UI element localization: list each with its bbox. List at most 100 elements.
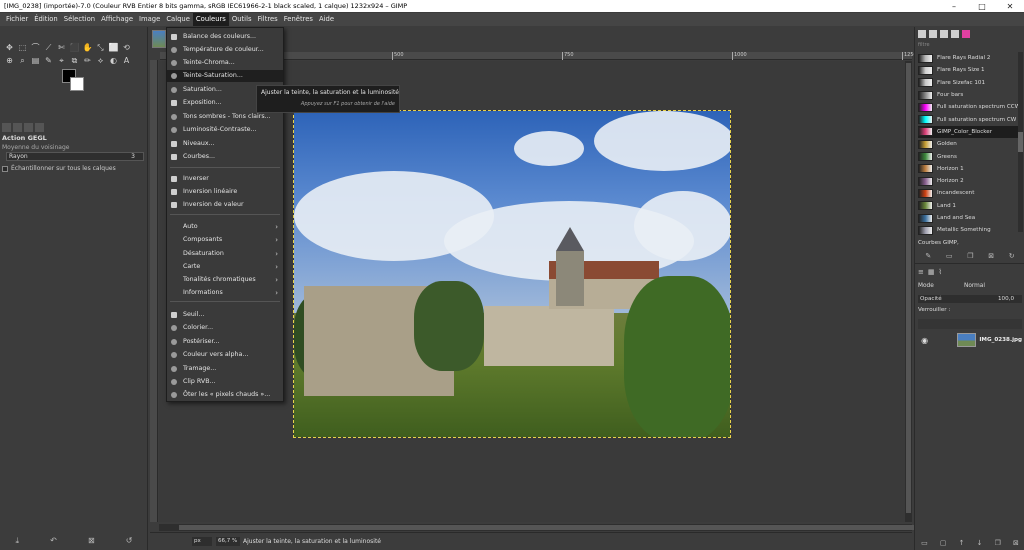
colors-menu-item[interactable]: Teinte-Chroma...: [167, 57, 283, 69]
lower-layer-icon[interactable]: ↓: [977, 539, 983, 547]
delete-gradient-icon[interactable]: ⊠: [988, 252, 994, 260]
tool-icon[interactable]: ⬛: [68, 41, 81, 54]
fonts-tab-icon[interactable]: [940, 30, 948, 38]
visibility-eye-icon[interactable]: ◉: [918, 336, 931, 345]
colors-menu-item[interactable]: Couleur vers alpha...: [167, 349, 283, 361]
colors-menu-item[interactable]: Colorier...: [167, 322, 283, 334]
layers-tab-icon[interactable]: ≡: [918, 268, 924, 276]
colors-menu-item[interactable]: Auto ›: [167, 221, 283, 233]
menu-fichier[interactable]: Fichier: [3, 13, 31, 26]
tool-icon[interactable]: ✋: [81, 41, 94, 54]
colors-menu-item[interactable]: Informations ›: [167, 287, 283, 299]
vertical-ruler[interactable]: [150, 60, 158, 522]
menu-fenetres[interactable]: Fenêtres: [281, 13, 316, 26]
tool-icon[interactable]: ⟋: [42, 41, 55, 54]
colors-menu-item[interactable]: Inversion de valeur: [167, 199, 283, 211]
colors-menu-item[interactable]: Composants ›: [167, 234, 283, 246]
tool-icon[interactable]: ⊕: [3, 54, 16, 67]
channels-tab-icon[interactable]: ▦: [928, 268, 935, 276]
horizontal-scrollbar[interactable]: [159, 524, 914, 531]
colors-menu-item[interactable]: Balance des couleurs...: [167, 31, 283, 43]
save-options-icon[interactable]: ⤓: [16, 536, 20, 546]
patterns-tab-icon[interactable]: [929, 30, 937, 38]
gradient-filter[interactable]: filtre: [918, 42, 930, 48]
gradient-item[interactable]: Flare Sizefac 101: [918, 77, 1018, 89]
fg-bg-colors[interactable]: [62, 69, 86, 93]
brushes-tab-icon[interactable]: [918, 30, 926, 38]
raise-layer-icon[interactable]: ↑: [959, 539, 965, 547]
unit-select[interactable]: px: [192, 537, 212, 546]
restore-options-icon[interactable]: ↶: [50, 536, 57, 546]
menu-aide[interactable]: Aide: [316, 13, 337, 26]
layer-row[interactable]: ◉ IMG_0238.jpg: [918, 331, 1022, 349]
zoom-select[interactable]: 66,7 %: [216, 537, 240, 546]
colors-menu-item[interactable]: Ôter les « pixels chauds »...: [167, 389, 283, 401]
new-gradient-icon[interactable]: ▭: [946, 252, 953, 260]
colors-menu-item[interactable]: Courbes...: [167, 151, 283, 163]
tool-icon[interactable]: ⌖: [55, 54, 68, 67]
menu-outils[interactable]: Outils: [229, 13, 255, 26]
vertical-scrollbar[interactable]: [905, 61, 912, 522]
menu-calque[interactable]: Calque: [163, 13, 193, 26]
maximize-button[interactable]: □: [968, 2, 996, 11]
tool-icon[interactable]: ▤: [29, 54, 42, 67]
sample-merged-checkbox[interactable]: Échantillonner sur tous les calques: [2, 165, 116, 172]
gradients-tab-icon[interactable]: [962, 30, 970, 38]
edit-gradient-icon[interactable]: ✎: [925, 252, 931, 260]
layer-mode[interactable]: Mode Normal: [918, 283, 1022, 289]
gradient-item[interactable]: Greens: [918, 150, 1018, 162]
colors-menu-item[interactable]: Tonalités chromatiques ›: [167, 274, 283, 286]
colors-menu-item[interactable]: Désaturation ›: [167, 248, 283, 260]
tool-icon[interactable]: ⌒: [29, 41, 42, 54]
tool-icon[interactable]: ✎: [42, 54, 55, 67]
gradient-item[interactable]: Golden: [918, 138, 1018, 150]
new-layer-icon[interactable]: ▭: [921, 539, 928, 547]
gradient-item[interactable]: GIMP_Color_Blocker: [918, 125, 1018, 139]
colors-menu-item[interactable]: Niveaux...: [167, 138, 283, 150]
paths-tab-icon[interactable]: ⌇: [939, 268, 942, 276]
gradient-scrollbar[interactable]: [1018, 52, 1023, 232]
device-status-tab-icon[interactable]: [13, 122, 22, 132]
colors-menu-item[interactable]: Luminosité-Contraste...: [167, 124, 283, 136]
gradient-item[interactable]: Flare Rays Radial 2: [918, 52, 1018, 64]
colors-menu-item[interactable]: Carte ›: [167, 261, 283, 273]
duplicate-layer-icon[interactable]: ❐: [995, 539, 1001, 547]
opacity-slider[interactable]: Opacité 100,0: [918, 295, 1022, 303]
tool-icon[interactable]: ✄: [55, 41, 68, 54]
colors-menu-item[interactable]: Clip RVB...: [167, 376, 283, 388]
gradient-item[interactable]: Full saturation spectrum CW: [918, 113, 1018, 125]
delete-options-icon[interactable]: ⊠: [88, 536, 95, 546]
gradient-item[interactable]: Horizon 1: [918, 163, 1018, 175]
colors-menu-item[interactable]: Inverser: [167, 173, 283, 185]
tool-icon[interactable]: ⬜: [107, 41, 120, 54]
colors-menu-item[interactable]: Inversion linéaire: [167, 186, 283, 198]
gradient-item[interactable]: Flare Rays Size 1: [918, 64, 1018, 76]
minimize-button[interactable]: –: [940, 2, 968, 11]
tool-icon[interactable]: ⟡: [94, 54, 107, 67]
gradient-item[interactable]: Land 1: [918, 200, 1018, 212]
undo-history-tab-icon[interactable]: [24, 122, 33, 132]
scroll-thumb[interactable]: [179, 525, 914, 530]
tool-icon[interactable]: ✥: [3, 41, 16, 54]
reset-options-icon[interactable]: ↺: [126, 536, 133, 546]
tool-icon[interactable]: ⬚: [16, 41, 29, 54]
colors-menu-item[interactable]: Seuil...: [167, 309, 283, 321]
duplicate-gradient-icon[interactable]: ❐: [967, 252, 973, 260]
refresh-gradients-icon[interactable]: ↻: [1009, 252, 1015, 260]
gradient-item[interactable]: Land and Sea: [918, 212, 1018, 224]
menu-image[interactable]: Image: [136, 13, 163, 26]
menu-couleurs[interactable]: Couleurs: [192, 13, 229, 26]
gradient-item[interactable]: Full saturation spectrum CCW: [918, 101, 1020, 113]
tool-icon[interactable]: ⌕: [16, 54, 29, 67]
tool-icon[interactable]: ⤡: [94, 41, 107, 54]
image-tab-thumbnail[interactable]: [152, 30, 166, 48]
scroll-thumb[interactable]: [1018, 132, 1023, 152]
tool-icon[interactable]: ⧉: [68, 54, 81, 67]
tool-icon[interactable]: ✏: [81, 54, 94, 67]
menu-selection[interactable]: Sélection: [61, 13, 98, 26]
tool-icon[interactable]: ⟲: [120, 41, 133, 54]
background-color[interactable]: [70, 77, 84, 91]
colors-menu-item[interactable]: Température de couleur...: [167, 44, 283, 56]
document-tab-icon[interactable]: [951, 30, 959, 38]
menu-edition[interactable]: Édition: [31, 13, 61, 26]
